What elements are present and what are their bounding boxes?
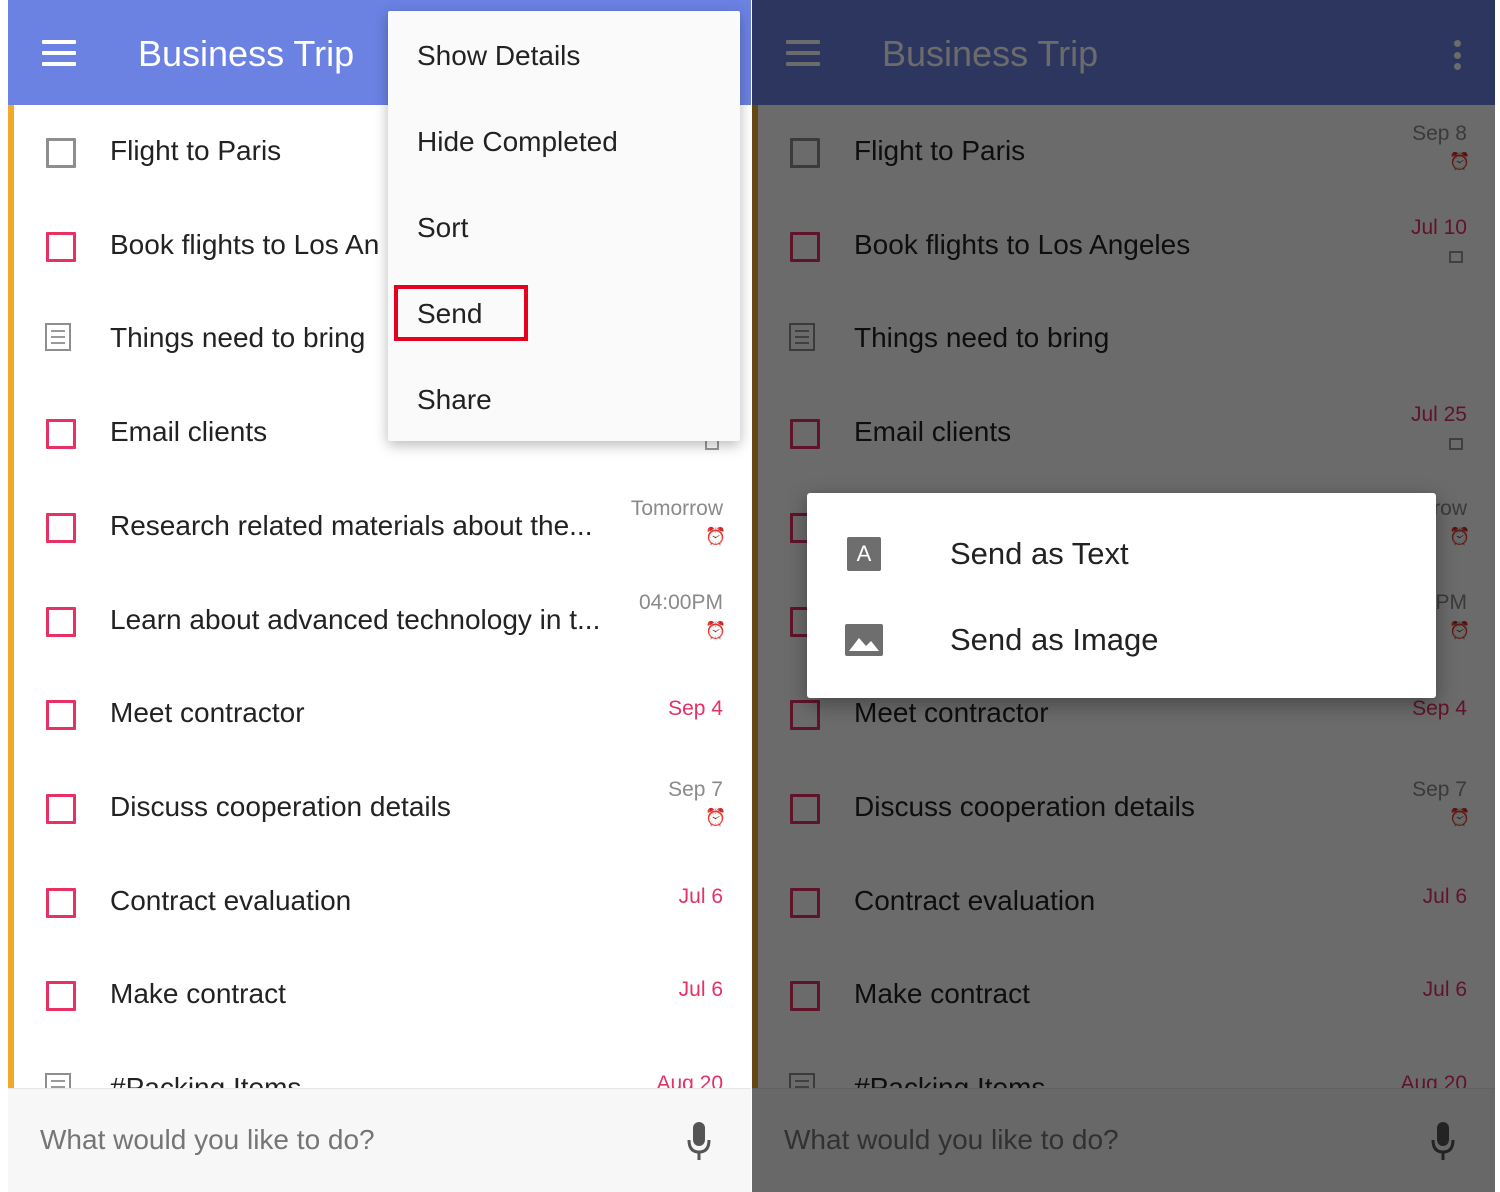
task-checkbox[interactable] [46,887,76,918]
alarm-icon: ⏰ [705,807,727,827]
send-as-image-label: Send as Image [950,622,1159,657]
menu-item-sort[interactable]: Sort [417,212,468,244]
task-row[interactable]: Meet contractor Sep 4 [8,667,751,760]
hamburger-menu-icon[interactable] [42,40,76,66]
task-checkbox[interactable] [46,419,76,450]
alarm-icon: ⏰ [705,526,727,546]
task-title: Learn about advanced technology in t... [110,603,601,635]
quick-add-input[interactable] [38,1123,602,1157]
send-as-image-option[interactable]: Send as Image [807,596,1436,682]
task-title: Research related materials about the... [110,509,593,541]
task-title: Email clients [110,416,268,448]
left-screen: Business Trip Flight to Paris Book flight… [8,0,751,1192]
image-icon [845,624,883,656]
menu-item-share[interactable]: Share [417,384,492,416]
text-format-icon: A [847,537,881,571]
task-due-date: Jul 6 [678,884,723,908]
task-row[interactable]: Make contract Jul 6 [8,948,751,1041]
checklist-note-icon[interactable] [45,323,71,352]
task-checkbox[interactable] [46,138,76,168]
task-checkbox[interactable] [46,606,76,637]
menu-item-send[interactable]: Send [417,298,482,330]
task-checkbox[interactable] [46,793,76,824]
task-checkbox[interactable] [46,231,76,262]
menu-item-hide-completed[interactable]: Hide Completed [417,126,618,158]
list-title: Business Trip [138,33,355,74]
menu-item-show-details[interactable]: Show Details [417,40,580,72]
send-as-text-option[interactable]: A Send as Text [807,510,1436,596]
task-title: Flight to Paris [110,135,282,166]
task-row[interactable]: Research related materials about the... T… [8,480,751,573]
task-checkbox[interactable] [46,700,76,731]
overflow-menu: Show Details Hide Completed Sort Send Sh… [388,11,740,441]
send-as-text-label: Send as Text [950,536,1129,571]
task-checkbox[interactable] [46,512,76,543]
task-due-date: Sep 4 [668,697,723,721]
task-due-date: Jul 6 [678,978,723,1002]
microphone-icon[interactable] [687,1122,711,1162]
quick-add-bar [8,1088,751,1192]
task-title: Book flights to Los An [110,228,380,260]
send-options-dialog: A Send as Text Send as Image [807,493,1436,698]
task-row[interactable]: Learn about advanced technology in t... 0… [8,574,751,667]
task-row[interactable]: Discuss cooperation details Sep 7 ⏰ [8,761,751,854]
task-due-date: Tomorrow [630,496,723,520]
right-screen: Business Trip Flight to ParisSep 8⏰Book … [752,0,1495,1192]
task-row[interactable]: Contract evaluation Jul 6 [8,855,751,948]
task-title: Things need to bring [110,322,366,354]
task-due-date: Sep 7 [668,777,723,801]
task-due-date: 04:00PM [638,590,723,614]
task-title: Meet contractor [110,697,305,729]
task-title: Contract evaluation [110,884,352,916]
alarm-icon: ⏰ [705,620,727,640]
task-title: Make contract [110,978,286,1010]
task-title: Discuss cooperation details [110,790,451,822]
task-checkbox[interactable] [46,981,76,1012]
